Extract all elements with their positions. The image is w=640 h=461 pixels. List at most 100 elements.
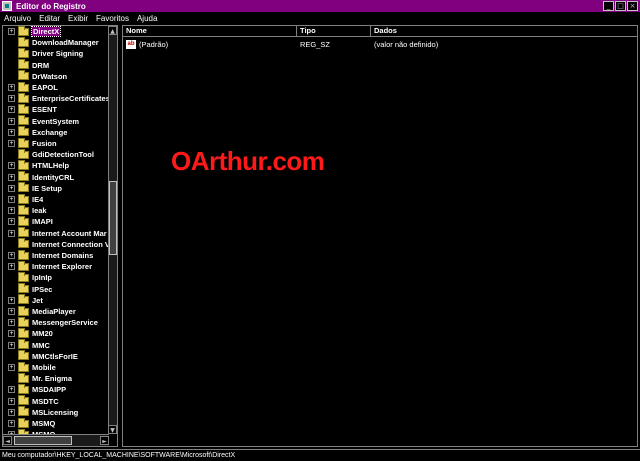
tree-item[interactable]: + MMC — [3, 339, 109, 351]
tree-item[interactable]: + IE Setup — [3, 182, 109, 194]
expand-plus-icon[interactable]: + — [8, 263, 15, 271]
folder-icon — [18, 372, 29, 383]
expand-plus-icon[interactable]: + — [8, 106, 15, 114]
tree-item[interactable]: + MSDAIPP — [3, 383, 109, 395]
tree-item[interactable]: IpInIp — [3, 271, 109, 283]
tree-item[interactable]: + IE4 — [3, 193, 109, 205]
tree-item[interactable]: + ESENT — [3, 103, 109, 115]
expand-plus-icon[interactable]: + — [8, 184, 15, 192]
expand-plus-icon[interactable]: + — [8, 364, 15, 371]
tree-item[interactable]: + EventSystem — [3, 115, 109, 127]
tree-item-label: DrWatson — [32, 71, 68, 81]
maximize-button[interactable]: □ — [615, 1, 626, 11]
tree-item-label: Internet Connection V — [31, 239, 109, 249]
expand-plus-icon[interactable]: + — [8, 330, 15, 338]
expand-plus-icon[interactable]: + — [8, 196, 15, 203]
tree-item[interactable]: + Internet Explorer — [3, 260, 109, 272]
tree-item[interactable]: + Jet — [3, 294, 109, 306]
expand-plus-icon[interactable]: + — [8, 386, 15, 394]
menu-favoritos[interactable]: Favoritos — [96, 14, 129, 23]
folder-icon — [18, 227, 29, 238]
menu-ajuda[interactable]: Ajuda — [137, 14, 157, 23]
expand-plus-icon[interactable]: + — [8, 308, 15, 315]
tree-item-label: EventSystem — [32, 116, 80, 126]
tree-item[interactable]: + IdentityCRL — [3, 171, 109, 183]
minimize-button[interactable]: _ — [603, 1, 614, 11]
column-header-dados[interactable]: Dados — [371, 26, 637, 37]
tree-item[interactable]: + MSDTC — [3, 395, 109, 407]
scroll-left-arrow-icon[interactable]: ◄ — [3, 436, 12, 445]
expand-plus-icon[interactable]: + — [8, 162, 15, 170]
tree-item[interactable]: + HTMLHelp — [3, 159, 109, 171]
tree-item[interactable]: DRM — [3, 59, 109, 71]
tree-item[interactable]: Driver Signing — [3, 47, 109, 59]
expand-plus-icon[interactable]: + — [8, 117, 15, 125]
registry-tree-pane[interactable]: + DirectX DownloadManager Driver Signing DRM… — [2, 25, 118, 447]
tree-item[interactable]: + Fusion — [3, 137, 109, 149]
tree-item-label: Driver Signing — [32, 49, 84, 59]
expand-plus-icon[interactable]: + — [8, 408, 15, 416]
expand-plus-icon[interactable]: + — [8, 128, 15, 136]
tree-vertical-scrollbar[interactable]: ▲ ▼ — [108, 26, 117, 434]
tree-item[interactable]: + Internet Account Mar — [3, 227, 109, 239]
expand-plus-icon[interactable]: + — [8, 173, 15, 181]
tree-item[interactable]: IPSec — [3, 283, 109, 295]
values-header: Nome Tipo Dados — [123, 26, 637, 37]
tree-hscroll-thumb[interactable] — [14, 436, 72, 445]
tree-item[interactable]: + Exchange — [3, 126, 109, 138]
tree-item[interactable]: DownloadManager — [3, 36, 109, 48]
column-header-tipo[interactable]: Tipo — [297, 26, 371, 37]
menu-arquivo[interactable]: Arquivo — [4, 14, 31, 23]
expand-plus-icon[interactable]: + — [8, 319, 15, 327]
tree-item[interactable]: DrWatson — [3, 70, 109, 82]
expand-plus-icon[interactable]: + — [8, 140, 15, 147]
expand-plus-icon[interactable]: + — [8, 207, 15, 215]
tree-item[interactable]: MMCtlsForIE — [3, 350, 109, 362]
expand-plus-icon[interactable]: + — [8, 84, 15, 91]
expand-plus-icon[interactable]: + — [8, 28, 15, 35]
title-bar[interactable]: Editor do Registro _ □ × — [0, 0, 640, 12]
expand-plus-icon[interactable]: + — [8, 420, 15, 427]
tree-item-label: MMCtlsForIE — [32, 351, 78, 361]
close-button[interactable]: × — [627, 1, 638, 11]
tree-item[interactable]: + DirectX — [3, 26, 109, 37]
tree-item[interactable]: Mr. Enigma — [3, 372, 109, 384]
tree-item-label: Internet Explorer — [32, 262, 93, 272]
menu-exibir[interactable]: Exibir — [68, 14, 88, 23]
scroll-up-arrow-icon[interactable]: ▲ — [108, 26, 117, 35]
folder-icon — [18, 406, 29, 417]
tree-item-label: Mr. Enigma — [32, 374, 73, 384]
expand-plus-icon[interactable]: + — [8, 95, 15, 103]
expand-plus-icon[interactable]: + — [8, 229, 15, 237]
tree-item[interactable]: + IMAPI — [3, 215, 109, 227]
values-pane[interactable]: Nome Tipo Dados ab (Padrão) REG_SZ (valo… — [122, 25, 638, 447]
tree-item[interactable]: + MSMQ — [3, 417, 109, 429]
expand-plus-icon[interactable]: + — [8, 218, 15, 226]
expand-plus-icon[interactable]: + — [8, 252, 15, 259]
expand-plus-icon[interactable]: + — [8, 397, 15, 405]
tree-item[interactable]: + MediaPlayer — [3, 305, 109, 317]
expand-plus-icon[interactable]: + — [8, 341, 15, 349]
value-row[interactable]: ab (Padrão) REG_SZ (valor não definido) — [123, 39, 637, 50]
folder-icon — [18, 70, 29, 81]
tree-item[interactable]: + Mobile — [3, 361, 109, 373]
tree-item[interactable]: + MSLicensing — [3, 406, 109, 418]
tree-item[interactable]: GdiDetectionTool — [3, 148, 109, 160]
scroll-down-arrow-icon[interactable]: ▼ — [108, 425, 117, 434]
tree-item[interactable]: + Internet Domains — [3, 249, 109, 261]
tree-item[interactable]: + Ieak — [3, 204, 109, 216]
tree-item[interactable]: + MM20 — [3, 327, 109, 339]
menu-editar[interactable]: Editar — [39, 14, 60, 23]
tree-item[interactable]: + EnterpriseCertificates — [3, 92, 109, 104]
tree-item[interactable]: Internet Connection V — [3, 238, 109, 250]
column-header-nome[interactable]: Nome — [123, 26, 297, 37]
tree-item[interactable]: + MessengerService — [3, 316, 109, 328]
tree-scroll-thumb[interactable] — [109, 181, 117, 255]
scroll-right-arrow-icon[interactable]: ► — [100, 436, 109, 445]
tree-item[interactable]: + EAPOL — [3, 81, 109, 93]
expand-plus-icon[interactable]: + — [8, 296, 15, 304]
folder-icon — [18, 137, 29, 148]
tree-horizontal-scrollbar[interactable]: ◄ ► — [3, 434, 109, 446]
